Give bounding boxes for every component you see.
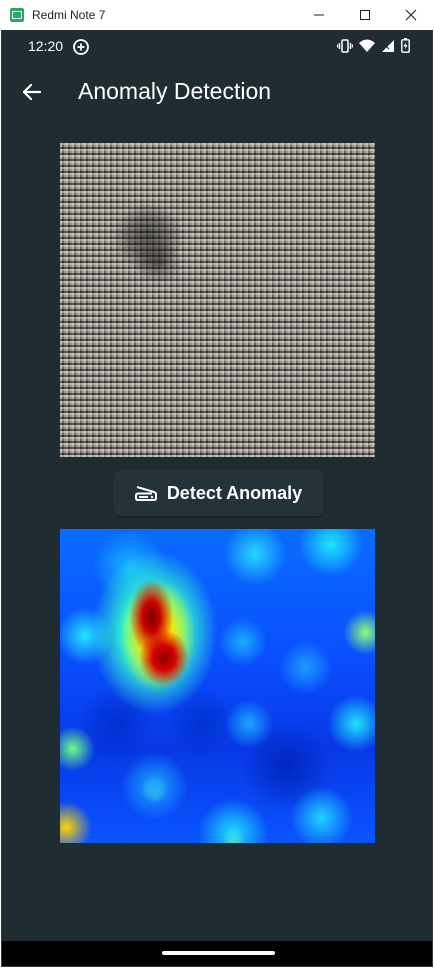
signal-icon: [382, 39, 394, 52]
window-title: Redmi Note 7: [32, 8, 106, 22]
phone-screen: 12:20 Anomaly Detection Detect Anomaly: [1, 30, 433, 967]
detect-anomaly-label: Detect Anomaly: [166, 482, 303, 503]
maximize-button[interactable]: [342, 0, 388, 30]
minimize-icon: [314, 14, 324, 16]
app-logo-icon: [10, 8, 24, 22]
window-title-bar: Redmi Note 7: [0, 0, 434, 30]
fabric-texture-image: [60, 143, 375, 457]
vibrate-icon: [337, 38, 353, 53]
detect-anomaly-button[interactable]: Detect Anomaly: [113, 470, 324, 516]
navigation-bar: [2, 941, 432, 966]
back-arrow-icon[interactable]: [20, 80, 44, 104]
page-title: Anomaly Detection: [78, 78, 272, 104]
minimize-button[interactable]: [296, 0, 342, 30]
close-button[interactable]: [388, 0, 434, 30]
app-bar: Anomaly Detection: [2, 62, 432, 122]
window-controls: [296, 0, 434, 30]
scanner-icon: [134, 486, 157, 501]
wifi-icon: [359, 39, 375, 52]
status-icons: [337, 38, 410, 53]
home-indicator[interactable]: [162, 951, 275, 955]
add-circle-icon: [73, 39, 89, 55]
anomaly-heatmap-image: [60, 529, 375, 843]
emulator-window: Redmi Note 7 12:20 Anomaly Detection Det…: [0, 0, 434, 968]
maximize-icon: [360, 10, 370, 20]
close-icon: [405, 9, 417, 21]
battery-charging-icon: [401, 38, 410, 53]
status-time: 12:20: [28, 38, 64, 54]
status-bar: 12:20: [2, 30, 432, 62]
